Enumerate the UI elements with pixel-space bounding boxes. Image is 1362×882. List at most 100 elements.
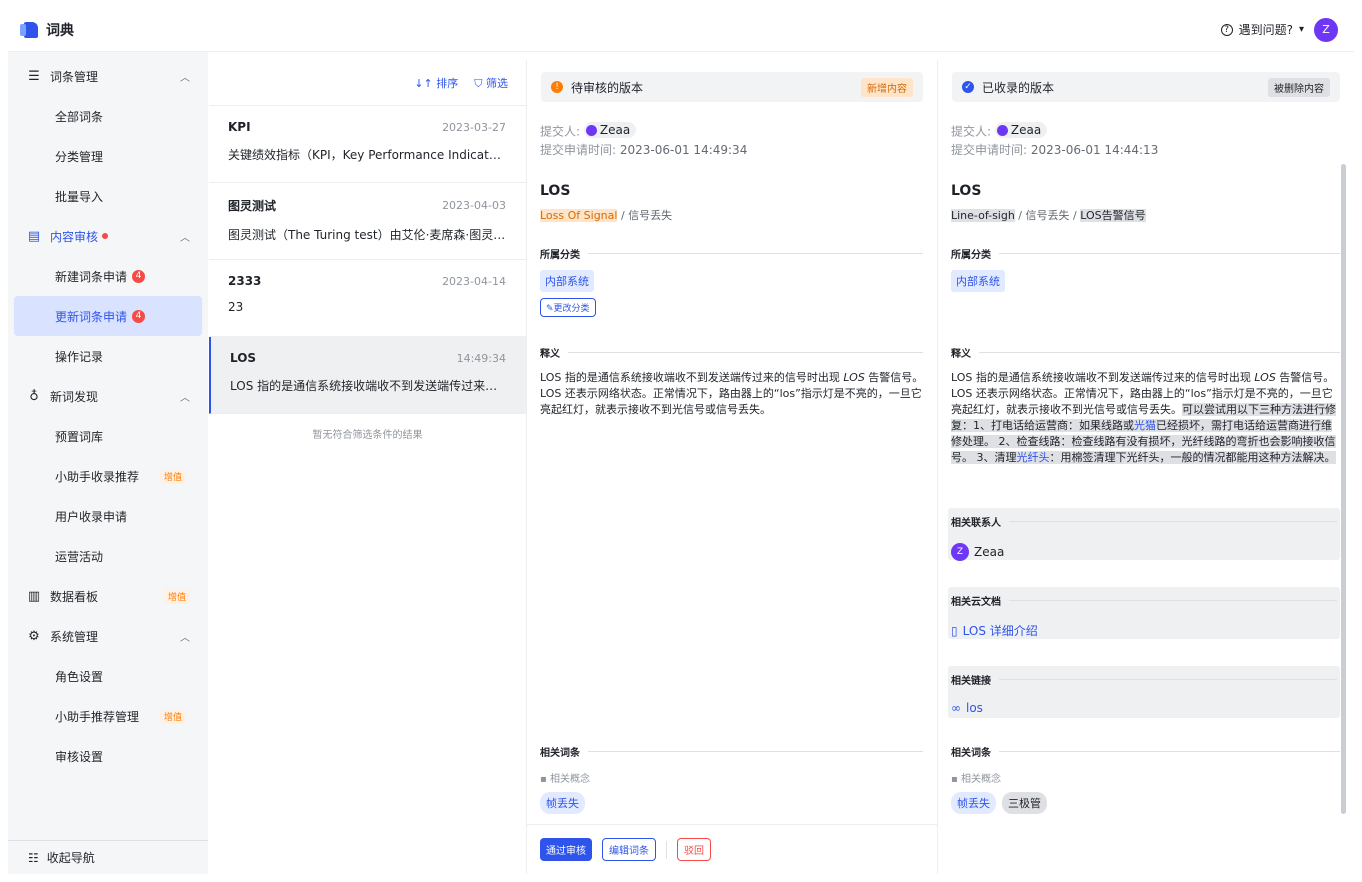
term-title: LOS <box>540 183 571 199</box>
reject-button[interactable]: 驳回 <box>677 838 711 861</box>
nav-item-all-entries[interactable]: 全部词条 <box>14 96 202 136</box>
collapse-icon: ☷ <box>28 850 39 865</box>
nav-item-review-settings[interactable]: 审核设置 <box>14 736 202 776</box>
nav-item-bulk-import[interactable]: 批量导入 <box>14 176 202 216</box>
term-aliases: Loss Of Signal / 信号丢失 <box>540 209 673 222</box>
sort-icon: ↓↑ <box>414 76 433 90</box>
nav-item-user-requests[interactable]: 用户收录申请 <box>14 496 202 536</box>
related-term-chip-deleted[interactable]: 三极管 <box>1002 792 1047 814</box>
pending-header: ! 待审核的版本 新增内容 <box>541 72 923 102</box>
top-bar: 词典 ? 遇到问题? ▾ Z <box>8 8 1354 52</box>
dictionary-logo-icon <box>20 21 38 38</box>
related-docs-label: 相关云文档 <box>951 593 1337 608</box>
change-category-button[interactable]: ✎更改分类 <box>540 298 596 317</box>
list-item[interactable]: KPI 2023-03-27 关键绩效指标（KPI，Key Performance… <box>209 106 526 183</box>
question-icon: ? <box>1220 23 1233 36</box>
related-links-box: 相关链接 ∞ los <box>948 666 1340 718</box>
related-contacts-box: 相关联系人 Z Zeaa <box>948 508 1340 561</box>
term-title: LOS <box>951 183 982 199</box>
category-section-label: 所属分类 <box>951 246 1340 261</box>
sort-button[interactable]: ↓↑ 排序 <box>414 75 458 91</box>
sidebar: ☰ 词条管理 ︿ 全部词条 分类管理 批量导入 ▤ 内容审核 ︿ 新建词条申请 … <box>8 52 208 874</box>
avatar <box>996 124 1008 136</box>
term-aliases: Line-of-sigh / 信号丢失 / LOS告警信号 <box>951 209 1146 222</box>
pro-tag: 增值 <box>159 468 186 484</box>
chevron-up-icon: ︿ <box>180 232 190 244</box>
chevron-down-icon: ▾ <box>1298 24 1304 35</box>
help-menu[interactable]: ? 遇到问题? ▾ <box>1220 21 1304 38</box>
chevron-up-icon: ︿ <box>180 392 190 404</box>
pro-tag: 增值 <box>159 708 186 724</box>
list-item-selected[interactable]: LOS 14:49:34 LOS 指的是通信系统接收端收不到发送端传过来的信号 <box>209 337 526 414</box>
submitter-chip[interactable]: Zeaa <box>994 122 1048 138</box>
definition-section-label: 释义 <box>951 345 1340 360</box>
user-avatar[interactable]: Z <box>1314 17 1338 42</box>
filter-icon: ⛉ <box>474 76 483 90</box>
app-title: 词典 <box>46 22 74 39</box>
category-chip: 内部系统 <box>540 270 594 292</box>
brand[interactable]: 词典 <box>20 20 74 40</box>
check-circle-icon: ✓ <box>962 81 974 93</box>
list-item[interactable]: 图灵测试 2023-04-03 图灵测试（The Turing test）由艾伦·… <box>209 183 526 260</box>
nav-group-entries[interactable]: ☰ 词条管理 ︿ <box>8 56 208 96</box>
nav-item-campaigns[interactable]: 运营活动 <box>14 536 202 576</box>
nav-item-preset-library[interactable]: 预置词库 <box>14 416 202 456</box>
accepted-version-panel: ✓ 已收录的版本 被删除内容 提交人: Zeaa 提交申请时间: 2023-06… <box>938 60 1354 874</box>
avatar: Z <box>951 543 969 561</box>
accepted-header: ✓ 已收录的版本 被删除内容 <box>952 72 1340 102</box>
edit-icon: ✎ <box>546 304 554 314</box>
nav-item-categories[interactable]: 分类管理 <box>14 136 202 176</box>
nav-group-discovery[interactable]: ♁ 新词发现 ︿ <box>8 376 208 416</box>
nav-group-dashboard[interactable]: ▥ 数据看板 增值 <box>8 576 208 616</box>
nav-item-assistant-manage[interactable]: 小助手推荐管理 增值 <box>14 696 202 736</box>
related-terms-label: 相关词条 <box>540 744 923 759</box>
submitter-chip[interactable]: Zeaa <box>583 122 637 138</box>
deleted-content-tag: 被删除内容 <box>1268 77 1330 97</box>
request-list: ↓↑ 排序 ⛉ 筛选 KPI 2023-03-27 关键绩效指标（KPI，Key … <box>209 60 527 874</box>
category-section-label: 所属分类 <box>540 246 923 261</box>
related-term-chip[interactable]: 帧丢失 <box>951 792 996 814</box>
nav-item-assistant-recommend[interactable]: 小助手收录推荐 增值 <box>14 456 202 496</box>
term-link[interactable]: 光猫 <box>1134 419 1156 432</box>
related-links-label: 相关链接 <box>951 672 1337 687</box>
pending-version-panel: ! 待审核的版本 新增内容 提交人: Zeaa 提交申请时间: 2023-06-… <box>527 60 938 874</box>
nav-group-review[interactable]: ▤ 内容审核 ︿ <box>8 216 208 256</box>
definition-text: LOS 指的是通信系统接收端收不到发送端传过来的信号时出现 LOS 告警信号。 … <box>540 371 924 416</box>
nav-item-roles[interactable]: 角色设置 <box>14 656 202 696</box>
related-concepts-label: ▪ 相关概念 <box>540 774 590 785</box>
external-link[interactable]: ∞ los <box>951 701 1337 715</box>
term-link[interactable]: 光纤头 <box>1017 451 1050 464</box>
chevron-up-icon: ︿ <box>180 632 190 644</box>
empty-hint: 暂无符合筛选条件的结果 <box>312 430 423 441</box>
definition-section-label: 释义 <box>540 345 923 360</box>
scrollbar[interactable] <box>1341 164 1346 814</box>
definition-text: LOS 指的是通信系统接收端收不到发送端传过来的信号时出现 LOS 告警信号。 … <box>951 371 1336 464</box>
count-badge: 4 <box>132 309 146 323</box>
bar-chart-icon: ▥ <box>27 588 41 604</box>
pro-tag: 增值 <box>163 588 190 604</box>
collapse-nav-button[interactable]: ☷ 收起导航 <box>8 840 208 874</box>
list-item[interactable]: 2333 2023-04-14 23 <box>209 260 526 337</box>
nav-item-operation-log[interactable]: 操作记录 <box>14 336 202 376</box>
contact-item[interactable]: Z Zeaa <box>951 543 1337 561</box>
link-icon: ∞ <box>951 701 961 715</box>
related-contacts-label: 相关联系人 <box>951 514 1337 529</box>
related-concepts-label: ▪ 相关概念 <box>951 774 1001 785</box>
related-docs-box: 相关云文档 ▯ LOS 详细介绍 <box>948 587 1340 639</box>
action-bar: 通过审核 编辑词条 驳回 <box>527 824 937 874</box>
warning-icon: ! <box>551 81 563 93</box>
nav-item-new-entry-requests[interactable]: 新建词条申请 4 <box>14 256 202 296</box>
notification-dot <box>102 233 109 239</box>
related-term-chip[interactable]: 帧丢失 <box>540 792 585 814</box>
chevron-up-icon: ︿ <box>180 72 190 84</box>
category-chip: 内部系统 <box>951 270 1005 292</box>
doc-link[interactable]: ▯ LOS 详细介绍 <box>951 622 1337 639</box>
approve-button[interactable]: 通过审核 <box>540 838 592 861</box>
added-content-tag: 新增内容 <box>861 77 913 97</box>
document-icon: ▯ <box>951 623 958 638</box>
nav-item-update-entry-requests[interactable]: 更新词条申请 4 <box>14 296 202 336</box>
edit-entry-button[interactable]: 编辑词条 <box>602 838 656 861</box>
filter-button[interactable]: ⛉ 筛选 <box>474 75 508 91</box>
help-label: 遇到问题? <box>1238 23 1293 37</box>
nav-group-system[interactable]: ⚙ 系统管理 ︿ <box>8 616 208 656</box>
